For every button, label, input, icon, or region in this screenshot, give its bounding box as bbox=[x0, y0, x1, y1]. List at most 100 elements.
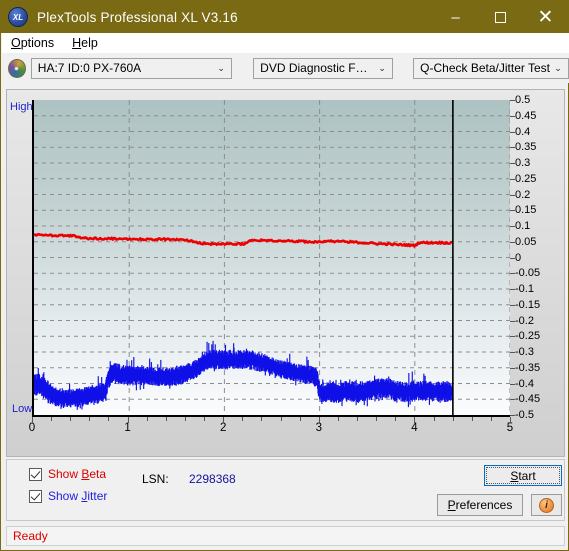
chevron-down-icon: ⌄ bbox=[554, 62, 562, 73]
x-tick-label: 3 bbox=[315, 422, 322, 434]
x-tick-mark bbox=[89, 417, 91, 421]
controls-panel: Show Beta Show Jitter LSN: 2298368 Start… bbox=[6, 459, 565, 521]
x-tick-mark bbox=[414, 417, 416, 423]
lsn-label: LSN: bbox=[142, 472, 169, 486]
preferences-button[interactable]: Preferences bbox=[437, 494, 523, 516]
info-icon: i bbox=[539, 497, 554, 513]
x-tick-mark bbox=[242, 417, 244, 421]
y-tick-label: -0.3 bbox=[515, 346, 534, 358]
minimize-button[interactable]: – bbox=[433, 1, 478, 33]
status-bar: Ready bbox=[6, 526, 565, 546]
test-select[interactable]: Q-Check Beta/Jitter Test ⌄ bbox=[413, 57, 569, 79]
function-select[interactable]: DVD Diagnostic Functions ⌄ bbox=[253, 57, 394, 79]
y-tick-mark bbox=[510, 131, 515, 133]
chevron-down-icon: ⌄ bbox=[217, 62, 225, 73]
y-tick-mark bbox=[510, 210, 515, 212]
x-tick-mark bbox=[471, 417, 473, 421]
function-select-value: DVD Diagnostic Functions bbox=[260, 61, 375, 75]
y-tick-mark bbox=[510, 147, 515, 149]
show-beta-row[interactable]: Show Beta bbox=[29, 467, 106, 481]
y-tick-label: -0.25 bbox=[515, 330, 541, 343]
y-tick-mark bbox=[510, 241, 515, 243]
x-tick-mark bbox=[184, 417, 186, 421]
title-bar: XL PlexTools Professional XL V3.16 – ✕ bbox=[1, 1, 568, 33]
show-jitter-checkbox[interactable] bbox=[29, 489, 42, 503]
x-tick-mark bbox=[376, 417, 378, 421]
test-select-value: Q-Check Beta/Jitter Test bbox=[420, 61, 550, 75]
y-tick-label: -0.15 bbox=[515, 298, 541, 311]
x-tick-mark bbox=[223, 417, 225, 423]
y-tick-label: 0.15 bbox=[515, 204, 537, 217]
y-tick-mark bbox=[510, 115, 515, 117]
plextools-window: XL PlexTools Professional XL V3.16 – ✕ O… bbox=[0, 0, 569, 551]
y-tick-mark bbox=[510, 257, 515, 259]
y-tick-label: -0.45 bbox=[515, 393, 541, 406]
y-tick-mark bbox=[510, 383, 515, 385]
axis-label-high: High bbox=[10, 101, 33, 113]
y-tick-label: 0 bbox=[515, 251, 522, 264]
y-tick-mark bbox=[510, 226, 515, 227]
y-tick-mark bbox=[510, 320, 515, 322]
y-tick-label: 0.1 bbox=[515, 220, 531, 232]
y-tick-mark bbox=[510, 178, 515, 180]
window-buttons: – ✕ bbox=[433, 1, 568, 33]
menu-bar: Options Help bbox=[2, 33, 569, 53]
drive-select[interactable]: HA:7 ID:0 PX-760A ⌄ bbox=[30, 57, 233, 79]
y-tick-label: 0.05 bbox=[515, 235, 537, 248]
y-tick-mark bbox=[510, 399, 515, 401]
y-tick-label: 0.4 bbox=[515, 125, 531, 138]
y-tick-mark bbox=[510, 367, 515, 369]
y-tick-label: 0.35 bbox=[515, 141, 537, 154]
x-tick-mark bbox=[51, 417, 53, 421]
y-tick-mark bbox=[510, 336, 515, 338]
y-tick-label: 0.2 bbox=[515, 188, 531, 201]
x-tick-mark bbox=[299, 417, 301, 421]
x-tick-mark bbox=[318, 417, 320, 423]
start-button[interactable]: Start bbox=[484, 465, 562, 486]
x-tick-label: 0 bbox=[28, 422, 36, 434]
preferences-button-label: Preferences bbox=[447, 498, 513, 512]
axis-label-low: Low bbox=[12, 403, 33, 415]
info-button[interactable]: i bbox=[531, 494, 562, 516]
chart-svg bbox=[34, 100, 510, 415]
x-tick-mark bbox=[70, 417, 72, 421]
menu-item-options[interactable]: Options bbox=[2, 33, 63, 53]
y-tick-label: -0.5 bbox=[515, 409, 534, 421]
lsn-value: 2298368 bbox=[189, 472, 236, 486]
chevron-down-icon: ⌄ bbox=[378, 62, 386, 73]
x-tick-mark bbox=[32, 417, 33, 423]
toolbar: HA:7 ID:0 PX-760A ⌄ DVD Diagnostic Funct… bbox=[2, 53, 569, 83]
y-tick-mark bbox=[510, 163, 515, 164]
x-tick-mark bbox=[490, 417, 492, 421]
x-tick-mark bbox=[452, 417, 454, 421]
x-tick-mark bbox=[204, 417, 206, 421]
y-tick-label: -0.4 bbox=[515, 377, 534, 390]
show-beta-checkbox[interactable] bbox=[29, 467, 42, 481]
y-tick-label: -0.1 bbox=[515, 283, 534, 295]
y-tick-mark bbox=[510, 100, 515, 101]
x-tick-mark bbox=[433, 417, 435, 421]
y-tick-label: 0.3 bbox=[515, 157, 531, 169]
y-tick-mark bbox=[510, 415, 515, 416]
x-tick-mark bbox=[261, 417, 263, 421]
close-button[interactable]: ✕ bbox=[523, 1, 568, 33]
show-jitter-row[interactable]: Show Jitter bbox=[29, 489, 107, 503]
y-tick-label: -0.35 bbox=[515, 361, 541, 374]
window-title: PlexTools Professional XL V3.16 bbox=[37, 9, 238, 25]
y-tick-label: 0.5 bbox=[515, 94, 531, 106]
show-jitter-label: Show Jitter bbox=[48, 489, 108, 503]
menu-options-rest: ptions bbox=[20, 36, 55, 50]
menu-item-help[interactable]: Help bbox=[63, 33, 107, 53]
disc-icon bbox=[8, 58, 26, 78]
y-tick-label: 0.45 bbox=[515, 109, 537, 122]
x-tick-mark bbox=[357, 417, 359, 421]
start-button-label: Start bbox=[510, 468, 536, 483]
app-icon: XL bbox=[8, 7, 28, 27]
maximize-button[interactable] bbox=[478, 1, 523, 33]
x-tick-label: 1 bbox=[124, 422, 131, 434]
x-tick-mark bbox=[395, 417, 397, 421]
plot-area bbox=[32, 100, 510, 417]
x-tick-label: 4 bbox=[411, 422, 418, 434]
y-tick-label: -0.05 bbox=[515, 267, 541, 280]
status-text: Ready bbox=[13, 529, 48, 543]
